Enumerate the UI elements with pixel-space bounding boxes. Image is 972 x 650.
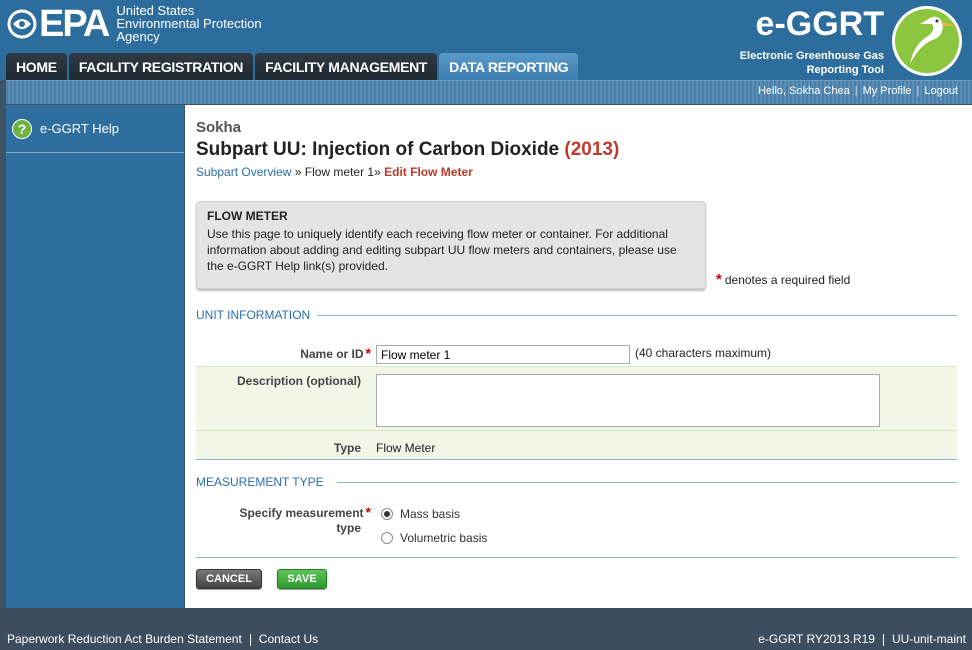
my-profile-link[interactable]: My Profile (863, 85, 912, 97)
page-title-text: Subpart UU: Injection of Carbon Dioxide (196, 139, 560, 160)
measurement-label-line: type (336, 521, 361, 535)
required-field-note: * denotes a required field (716, 271, 850, 288)
heron-logo-icon (892, 6, 962, 76)
user-links: Hello, Sokha Chea | My Profile | Logout (757, 85, 958, 97)
description-textarea[interactable] (376, 374, 880, 427)
facility-name: Sokha (196, 119, 242, 136)
sidebar-item-help[interactable]: ? e-GGRT Help (6, 105, 184, 153)
info-box-body: Use this page to uniquely identify each … (207, 227, 677, 273)
measurement-type-label: Specify measurement * type (196, 505, 371, 536)
breadcrumb-flow-meter: Flow meter 1 (304, 165, 375, 179)
name-row: Name or ID* (40 characters maximum) (196, 339, 957, 366)
section-title: UNIT INFORMATION (196, 308, 311, 322)
radio-button-selected[interactable] (381, 508, 393, 520)
radio-label: Mass basis (400, 507, 461, 521)
main-nav: HOME FACILITY REGISTRATION FACILITY MANA… (6, 53, 580, 81)
logout-link[interactable]: Logout (924, 85, 958, 97)
footer-version-info: e-GGRT RY2013.R19 UU-unit-maint (758, 632, 966, 646)
footer-divider (249, 633, 251, 646)
info-box-title: FLOW METER (207, 209, 288, 223)
name-hint: (40 characters maximum) (635, 346, 772, 360)
description-row: Description (optional) (196, 366, 957, 430)
paperwork-link[interactable]: Paperwork Reduction Act Burden Statement (7, 632, 242, 646)
measurement-label-line: Specify measurement (239, 506, 364, 520)
epa-logo[interactable]: EPA United States Environmental Protecti… (7, 4, 262, 43)
measurement-type-header: MEASUREMENT TYPE (196, 475, 957, 489)
section-divider (337, 482, 957, 483)
measurement-type-row: Specify measurement * type Mass basis Vol… (196, 500, 957, 558)
app-subtitle-line: Electronic Greenhouse Gas (739, 50, 884, 62)
reporting-year: (2013) (564, 139, 620, 160)
app-subtitle-line: Reporting Tool (806, 64, 884, 76)
site-header: EPA United States Environmental Protecti… (0, 0, 972, 81)
info-box: FLOW METER Use this page to uniquely ide… (196, 201, 706, 289)
contact-us-link[interactable]: Contact Us (259, 632, 318, 646)
cancel-button[interactable]: CANCEL (196, 569, 262, 589)
type-row: Type Flow Meter (196, 430, 957, 460)
breadcrumb-subpart-overview[interactable]: Subpart Overview (196, 165, 291, 179)
section-title: MEASUREMENT TYPE (196, 475, 324, 489)
user-bar: Hello, Sokha Chea | My Profile | Logout (6, 80, 972, 104)
radio-volumetric-basis[interactable]: Volumetric basis (381, 531, 487, 545)
question-icon: ? (12, 118, 32, 139)
user-greeting: Hello, Sokha Chea (757, 85, 850, 97)
app-subtitle: Electronic Greenhouse Gas Reporting Tool (724, 49, 884, 77)
footer-divider (882, 633, 884, 646)
section-divider (317, 315, 957, 316)
required-asterisk: * (365, 504, 371, 520)
name-label-text: Name or ID (300, 347, 364, 361)
app-name: e-GGRT (755, 5, 884, 43)
radio-mass-basis[interactable]: Mass basis (381, 507, 460, 521)
breadcrumb: Subpart Overview » Flow meter 1» Edit Fl… (196, 165, 473, 179)
agency-line: Agency (116, 29, 160, 44)
footer-links: Paperwork Reduction Act Burden Statement… (7, 632, 318, 646)
tab-facility-registration[interactable]: FACILITY REGISTRATION (68, 53, 254, 81)
epa-wordmark: EPA (39, 2, 110, 45)
epa-globe-icon (7, 9, 37, 38)
version-text: e-GGRT RY2013.R19 (758, 632, 875, 646)
tab-home[interactable]: HOME (6, 53, 67, 81)
footer: Paperwork Reduction Act Burden Statement… (0, 608, 972, 650)
save-button[interactable]: SAVE (277, 569, 327, 589)
name-label: Name or ID * (196, 345, 371, 361)
tab-facility-management[interactable]: FACILITY MANAGEMENT (255, 53, 438, 81)
radio-label: Volumetric basis (400, 531, 488, 545)
type-label: Type (333, 441, 361, 455)
tab-data-reporting[interactable]: DATA REPORTING (439, 53, 579, 81)
page-title: Subpart UU: Injection of Carbon Dioxide … (196, 139, 619, 161)
breadcrumb-current: Edit Flow Meter (384, 165, 473, 179)
description-label: Description (optional) (237, 374, 361, 388)
breadcrumb-separator: » (294, 165, 302, 179)
required-note-text: denotes a required field (724, 273, 851, 287)
agency-name: United States Environmental Protection A… (116, 4, 261, 43)
eggrt-logo: e-GGRT Electronic Greenhouse Gas Reporti… (734, 4, 964, 78)
required-asterisk: * (716, 271, 722, 288)
breadcrumb-separator: » (374, 165, 381, 179)
radio-button[interactable] (381, 532, 393, 544)
type-value: Flow Meter (376, 441, 436, 455)
sidebar: ? e-GGRT Help (6, 105, 184, 608)
required-asterisk: * (365, 345, 371, 361)
sidebar-item-label: e-GGRT Help (40, 121, 119, 136)
main-content: Sokha Subpart UU: Injection of Carbon Di… (185, 105, 972, 608)
unit-information-header: UNIT INFORMATION (196, 308, 957, 322)
page-id-text: UU-unit-maint (891, 632, 966, 646)
name-input[interactable] (376, 345, 630, 364)
